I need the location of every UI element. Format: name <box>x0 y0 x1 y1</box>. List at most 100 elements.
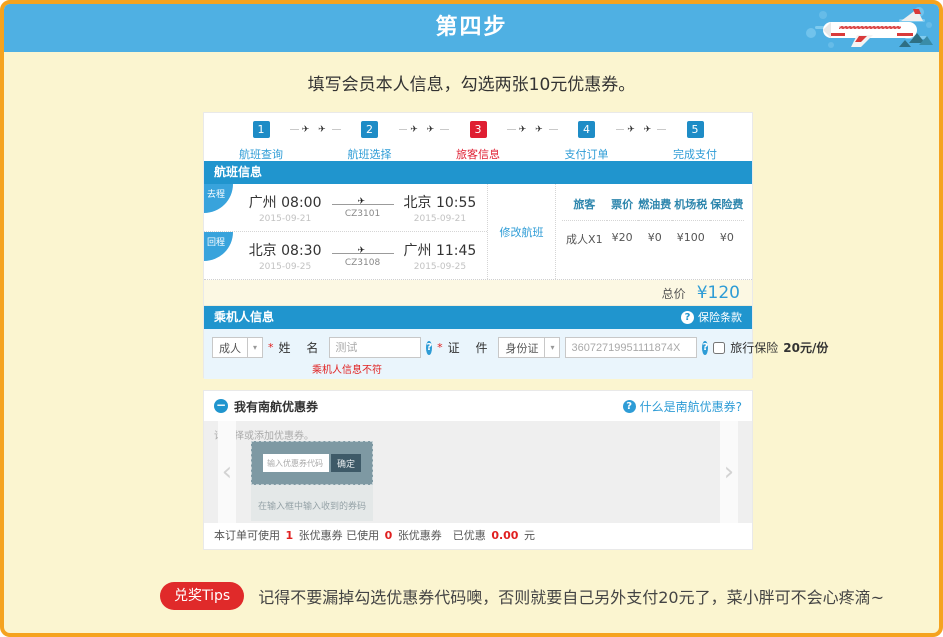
arr-time: 10:55 <box>436 195 476 211</box>
arr-city: 北京 <box>404 195 432 211</box>
price-cell: 成人X1 <box>562 221 607 247</box>
coupon-code-entry: 确定 <box>251 441 373 485</box>
arr-time: 11:45 <box>436 243 476 259</box>
return-badge: 回程 <box>204 232 233 261</box>
tips-row: 兑奖Tips 记得不要漏掉勾选优惠券代码噢，否则就要自己另外支付20元了，菜小胖… <box>160 582 884 610</box>
step-pay-order[interactable]: 4 支付订单 <box>558 121 616 162</box>
help-icon: ? <box>623 400 636 413</box>
price-cell: ¥0 <box>710 221 744 247</box>
plane-icon: ✈ ✈ <box>299 125 332 135</box>
step-flight-select[interactable]: 2 航班选择 <box>341 121 399 162</box>
price-column: 旅客 票价 燃油费 机场税 保险费 成人X1 ¥20 ¥0 ¥100 ¥0 <box>556 184 752 279</box>
passenger-form: 成人 ▾ * 姓 名 ? * 证 件 身份证 ▾ ? 旅行保险 20元/份 乘 <box>204 329 752 379</box>
id-type-value: 身份证 <box>499 340 544 356</box>
insurance-price: 20元/份 <box>783 339 828 356</box>
step-label: 航班选择 <box>348 146 392 162</box>
plane-icon: ✈ <box>358 246 366 256</box>
name-help-icon[interactable]: ? <box>426 341 432 355</box>
step-number: 3 <box>470 121 487 138</box>
coupon-header-toggle[interactable]: − 我有南航优惠券 <box>214 398 318 415</box>
insurance-terms-link[interactable]: ? 保险条款 <box>681 306 742 329</box>
step-number: 1 <box>253 121 270 138</box>
price-header: 票价 <box>607 196 638 221</box>
coupon-carousel-area: 请选择或添加优惠券。 ‹ › 确定 在输入框中输入收到的券码 <box>204 421 752 523</box>
carousel-next-icon[interactable]: › <box>720 421 738 523</box>
flight-info-title: 航班信息 <box>214 161 262 184</box>
carousel-prev-icon[interactable]: ‹ <box>218 421 236 523</box>
departure-endpoint: 广州 08:00 2015-09-21 <box>249 192 322 224</box>
flight-number: CZ3101 <box>332 209 394 219</box>
required-mark: * <box>268 341 274 354</box>
travel-insurance-checkbox[interactable] <box>713 342 725 354</box>
total-price-row: 总价 ¥120 <box>204 280 752 306</box>
outbound-badge: 去程 <box>204 184 233 213</box>
dep-city: 北京 <box>249 243 277 259</box>
name-label: 姓 名 <box>279 339 325 356</box>
page: 第四步 填写会员本人信息，勾选两张10元优惠券。 <box>0 0 943 637</box>
price-header: 旅客 <box>562 196 607 221</box>
coupon-confirm-button[interactable]: 确定 <box>331 454 361 472</box>
passenger-info-header: 乘机人信息 ? 保险条款 <box>204 306 752 329</box>
what-is-coupon-link[interactable]: ? 什么是南航优惠券? <box>623 398 742 415</box>
step-number: 5 <box>687 121 704 138</box>
passenger-error-text: 乘机人信息不符 <box>312 361 752 376</box>
stepper-connector: ✈ ✈ <box>290 121 341 138</box>
stepper-connector: ✈ ✈ <box>399 121 450 138</box>
modify-flight-link[interactable]: 修改航班 <box>500 224 544 240</box>
help-icon: ? <box>681 311 694 324</box>
collapse-icon: − <box>214 399 228 413</box>
id-number-input[interactable] <box>565 337 697 358</box>
dep-time: 08:00 <box>281 195 321 211</box>
plane-icon: ✈ ✈ <box>407 125 440 135</box>
flight-segments: 去程 广州 08:00 2015-09-21 ✈ CZ3101 北京 10:55… <box>204 184 487 279</box>
step-payment-done[interactable]: 5 完成支付 <box>666 121 724 162</box>
arr-city: 广州 <box>404 243 432 259</box>
insurance-label: 旅行保险 <box>730 339 778 356</box>
saved-amount: 0.00 <box>489 529 520 542</box>
coupon-panel: − 我有南航优惠券 ? 什么是南航优惠券? 请选择或添加优惠券。 ‹ › 确定 … <box>203 390 753 550</box>
name-input[interactable] <box>329 337 421 358</box>
step-number: 2 <box>361 121 378 138</box>
stepper-connector: ✈ ✈ <box>507 121 558 138</box>
outbound-segment-row: 去程 广州 08:00 2015-09-21 ✈ CZ3101 北京 10:55… <box>204 184 487 232</box>
coupon-code-input[interactable] <box>263 454 329 472</box>
price-header: 保险费 <box>710 196 744 221</box>
price-cell: ¥20 <box>607 221 638 247</box>
step-label: 支付订单 <box>565 146 609 162</box>
tips-badge: 兑奖Tips <box>160 582 244 610</box>
dep-time: 08:30 <box>281 243 321 259</box>
used-coupon-count: 0 <box>383 529 395 542</box>
coupon-header-title: 我有南航优惠券 <box>234 398 318 415</box>
step-label: 完成支付 <box>673 146 717 162</box>
arrival-endpoint: 北京 10:55 2015-09-21 <box>404 192 477 224</box>
price-header: 燃油费 <box>638 196 672 221</box>
step-label: 旅客信息 <box>456 146 500 162</box>
arr-date: 2015-09-25 <box>404 262 477 272</box>
id-type-select[interactable]: 身份证 ▾ <box>498 337 560 358</box>
coupon-summary: 本订单可使用 1 张优惠券 已使用 0 张优惠券 已优惠 0.00 元 <box>204 523 752 549</box>
dep-date: 2015-09-21 <box>249 214 322 224</box>
arr-date: 2015-09-21 <box>404 214 477 224</box>
dep-date: 2015-09-25 <box>249 262 322 272</box>
id-help-icon[interactable]: ? <box>702 341 708 355</box>
price-cell: ¥100 <box>672 221 710 247</box>
total-price-label: 总价 <box>662 287 686 301</box>
id-label: 证 件 <box>448 339 494 356</box>
booking-panel: 1 航班查询 ✈ ✈ 2 航班选择 ✈ ✈ 3 旅客信息 ✈ ✈ 4 支 <box>203 112 753 378</box>
coupon-card-caption: 在输入框中输入收到的券码 <box>251 485 373 521</box>
step-passenger-info[interactable]: 3 旅客信息 <box>449 121 507 162</box>
arrival-endpoint: 广州 11:45 2015-09-25 <box>404 240 477 272</box>
tips-text: 记得不要漏掉勾选优惠券代码噢，否则就要自己另外支付20元了，菜小胖可不会心疼滴~ <box>258 584 884 608</box>
return-segment-row: 回程 北京 08:30 2015-09-25 ✈ CZ3108 广州 11:45… <box>204 232 487 280</box>
passenger-info-title: 乘机人信息 <box>214 306 274 329</box>
coupon-code-card: 确定 在输入框中输入收到的券码 <box>251 441 373 521</box>
top-header: 第四步 <box>4 4 939 52</box>
passenger-type-select[interactable]: 成人 ▾ <box>212 337 263 358</box>
required-mark: * <box>437 341 443 354</box>
coupon-panel-header: − 我有南航优惠券 ? 什么是南航优惠券? <box>204 391 752 421</box>
step-number: 4 <box>578 121 595 138</box>
price-table: 旅客 票价 燃油费 机场税 保险费 成人X1 ¥20 ¥0 ¥100 ¥0 <box>562 196 744 247</box>
price-cell: ¥0 <box>638 221 672 247</box>
step-flight-search[interactable]: 1 航班查询 <box>232 121 290 162</box>
page-subtitle: 填写会员本人信息，勾选两张10元优惠券。 <box>4 70 939 95</box>
